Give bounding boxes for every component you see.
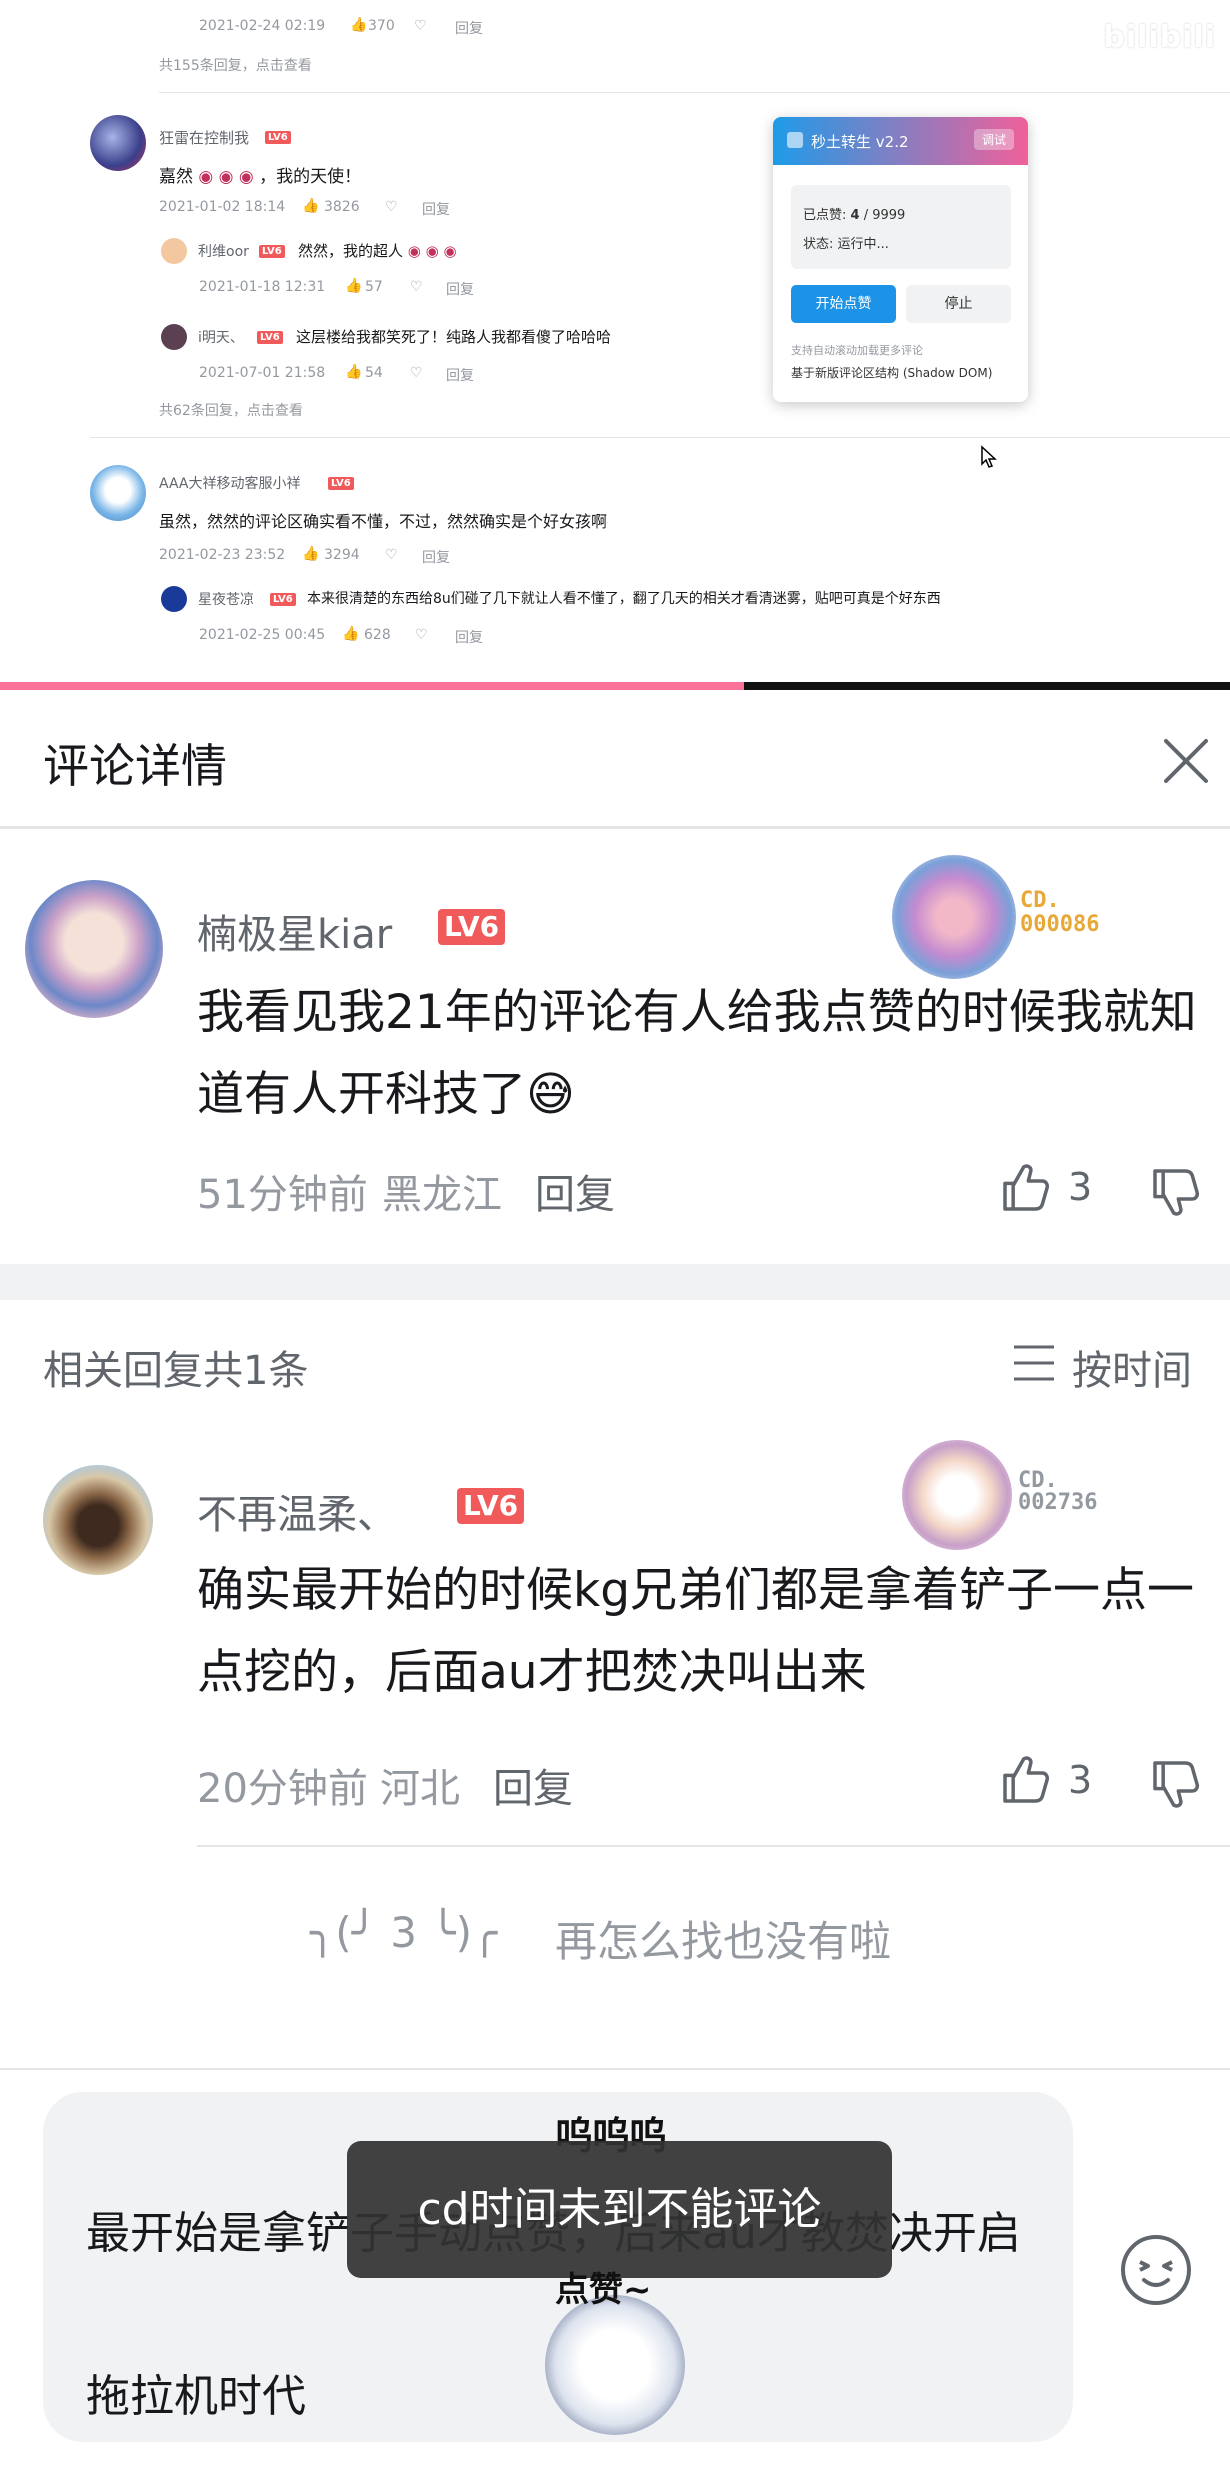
avatar bbox=[161, 238, 187, 264]
like-icon: 👍 bbox=[350, 17, 368, 33]
video-progress-bar[interactable] bbox=[0, 682, 1230, 690]
comment-time: 51分钟前 bbox=[197, 1172, 368, 1218]
dislike-icon: ♡ bbox=[414, 18, 427, 34]
like-count: 3 bbox=[1068, 1758, 1093, 1802]
level-badge: LV6 bbox=[457, 1488, 525, 1524]
comment-location: 河北 bbox=[380, 1766, 460, 1812]
start-like-button[interactable]: 开始点赞 bbox=[791, 285, 896, 323]
mouse-cursor-icon bbox=[981, 445, 997, 468]
sort-icon[interactable] bbox=[1012, 1343, 1056, 1383]
fan-badge-icon bbox=[892, 855, 1016, 979]
related-replies-count: 相关回复共1条 bbox=[43, 1348, 309, 1394]
plugin-header: 秒土转生 v2.2 调试 bbox=[773, 117, 1028, 165]
sticker-text: 点赞~ bbox=[555, 2270, 652, 2310]
comment-text: 嘉然 ◉ ◉ ◉ ，我的天使！ bbox=[159, 167, 362, 187]
plugin-panel: 秒土转生 v2.2 调试 已点赞: 4 / 9999 状态: 运行中... 开始… bbox=[773, 117, 1028, 402]
toast-message: cd时间未到不能评论 bbox=[347, 2141, 892, 2278]
emoji-icon[interactable] bbox=[1118, 2232, 1194, 2308]
comment-location: 黑龙江 bbox=[382, 1172, 502, 1218]
avatar bbox=[90, 465, 146, 521]
comment-time: 20分钟前 bbox=[197, 1766, 368, 1812]
progress-fill bbox=[0, 682, 745, 690]
plugin-status-box: 已点赞: 4 / 9999 状态: 运行中... bbox=[791, 185, 1011, 269]
plugin-note: 基于新版评论区结构 (Shadow DOM) bbox=[791, 366, 993, 380]
comment-text: 确实最开始的时候kg兄弟们都是拿着铲子一点一点挖的，后面au才把焚决叫出来 bbox=[197, 1563, 1195, 1700]
watermark: bilibili bbox=[1103, 20, 1216, 55]
section-divider bbox=[0, 1264, 1230, 1300]
thumbs-down-icon[interactable] bbox=[1148, 1756, 1204, 1812]
plugin-note: 支持自动滚动加载更多评论 bbox=[791, 344, 923, 357]
end-of-list-text: 再怎么找也没有啦 bbox=[555, 1917, 892, 1966]
plugin-title: 秒土转生 v2.2 bbox=[811, 133, 909, 151]
fan-badge-icon bbox=[902, 1440, 1012, 1550]
stop-button[interactable]: 停止 bbox=[906, 285, 1011, 323]
fan-number: 002736 bbox=[1018, 1490, 1098, 1515]
like-count: 3 bbox=[1068, 1165, 1093, 1209]
level-badge: LV6 bbox=[265, 131, 291, 144]
liked-count: 已点赞: 4 / 9999 bbox=[803, 208, 906, 223]
reply-button[interactable]: 回复 bbox=[493, 1756, 573, 1814]
thumbs-down-icon[interactable] bbox=[1148, 1164, 1204, 1220]
panel-title: 评论详情 bbox=[43, 739, 227, 793]
plugin-icon bbox=[787, 132, 803, 148]
dislike-icon: ♡ bbox=[385, 199, 398, 215]
username: 狂雷在控制我 bbox=[159, 129, 250, 147]
close-icon[interactable] bbox=[1160, 735, 1212, 787]
fan-number: 000086 bbox=[1020, 912, 1100, 937]
avatar bbox=[161, 586, 187, 612]
avatar[interactable] bbox=[25, 880, 163, 1018]
avatar[interactable] bbox=[43, 1465, 153, 1575]
fan-label: CD. bbox=[1018, 1468, 1058, 1493]
username[interactable]: 楠极星kiar bbox=[197, 902, 392, 960]
reply-button[interactable]: 回复 bbox=[535, 1162, 615, 1220]
sticker-image bbox=[545, 2295, 685, 2435]
fan-label: CD. bbox=[1020, 888, 1060, 913]
reply-link: 回复 bbox=[455, 21, 483, 37]
view-replies: 共155条回复，点击查看 bbox=[159, 58, 312, 74]
username[interactable]: 不再温柔、 bbox=[197, 1482, 397, 1540]
run-status: 状态: 运行中... bbox=[803, 237, 889, 252]
avatar bbox=[90, 115, 146, 171]
like-count: 370 bbox=[368, 18, 395, 34]
comment-time: 2021-02-24 02:19 bbox=[199, 18, 326, 34]
sort-by-time[interactable]: 按时间 bbox=[1072, 1338, 1192, 1396]
video-frame: 2021-02-24 02:19 👍 370 ♡ 回复 共155条回复，点击查看… bbox=[0, 0, 1230, 690]
avatar bbox=[161, 324, 187, 350]
comment-text: 我看见我21年的评论有人给我点赞的时候我就知道有人开科技了😅 bbox=[197, 985, 1197, 1122]
debug-button[interactable]: 调试 bbox=[973, 129, 1014, 150]
end-face: ╮(╯ 3 ╰)╭ bbox=[310, 1908, 498, 1957]
thumbs-up-icon[interactable] bbox=[998, 1752, 1054, 1808]
like-icon: 👍 bbox=[302, 198, 320, 214]
level-badge: LV6 bbox=[438, 909, 506, 945]
thumbs-up-icon[interactable] bbox=[998, 1160, 1054, 1216]
